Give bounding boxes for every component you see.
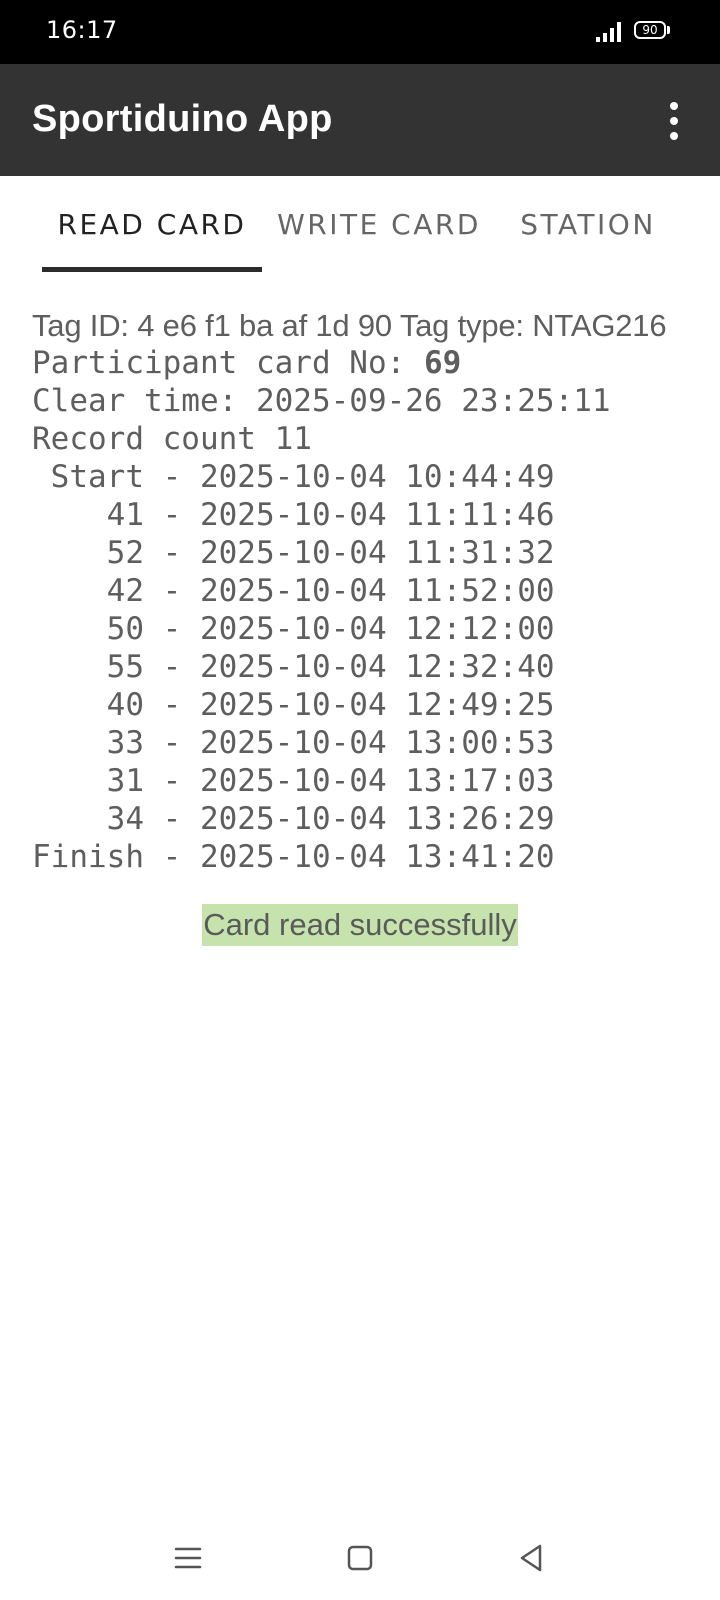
tab-station[interactable]: STATION <box>502 176 674 272</box>
tab-read-card[interactable]: READ CARD <box>42 176 262 272</box>
overflow-menu-icon[interactable] <box>656 98 696 146</box>
status-message: Card read successfully <box>202 904 518 946</box>
active-tab-indicator <box>42 267 262 272</box>
card-info: Tag ID: 4 e6 f1 ba af 1d 90 Tag type: NT… <box>32 300 712 876</box>
participant-number: 69 <box>423 345 462 381</box>
app-title: Sportiduino App <box>32 98 333 140</box>
signal-icon <box>596 22 621 42</box>
punch-record: 40 - 2025-10-04 12:49:25 <box>32 687 555 723</box>
battery-icon: 90 <box>634 21 672 41</box>
punch-records: Start - 2025-10-04 10:44:49 41 - 2025-10… <box>32 458 712 876</box>
battery-level: 90 <box>642 23 658 37</box>
clear-time: Clear time: 2025-09-26 23:25:11 <box>32 383 611 419</box>
tab-write-card[interactable]: WRITE CARD <box>276 176 482 272</box>
status-bar: 16:17 90 <box>0 0 720 64</box>
tab-bar: READ CARD WRITE CARD STATION <box>0 176 720 272</box>
participant-line: Participant card No: 69 <box>32 344 712 382</box>
punch-record: 50 - 2025-10-04 12:12:00 <box>32 611 555 647</box>
menu-icon[interactable] <box>168 1538 208 1578</box>
punch-record: Finish - 2025-10-04 13:41:20 <box>32 839 555 875</box>
punch-record: 52 - 2025-10-04 11:31:32 <box>32 535 555 571</box>
tag-info: Tag ID: 4 e6 f1 ba af 1d 90 Tag type: NT… <box>32 308 667 343</box>
status-message-container: Card read successfully <box>0 904 720 946</box>
status-time: 16:17 <box>46 16 118 44</box>
punch-record: 42 - 2025-10-04 11:52:00 <box>32 573 555 609</box>
punch-record: 41 - 2025-10-04 11:11:46 <box>32 497 555 533</box>
punch-record: 34 - 2025-10-04 13:26:29 <box>32 801 555 837</box>
back-icon[interactable] <box>512 1538 552 1578</box>
app-bar: Sportiduino App <box>0 64 720 176</box>
punch-record: Start - 2025-10-04 10:44:49 <box>32 459 555 495</box>
punch-record: 31 - 2025-10-04 13:17:03 <box>32 763 555 799</box>
participant-label: Participant card No: <box>32 345 424 381</box>
record-count: Record count 11 <box>32 421 312 457</box>
home-icon[interactable] <box>340 1538 380 1578</box>
punch-record: 33 - 2025-10-04 13:00:53 <box>32 725 555 761</box>
punch-record: 55 - 2025-10-04 12:32:40 <box>32 649 555 685</box>
navigation-bar <box>0 1520 720 1600</box>
